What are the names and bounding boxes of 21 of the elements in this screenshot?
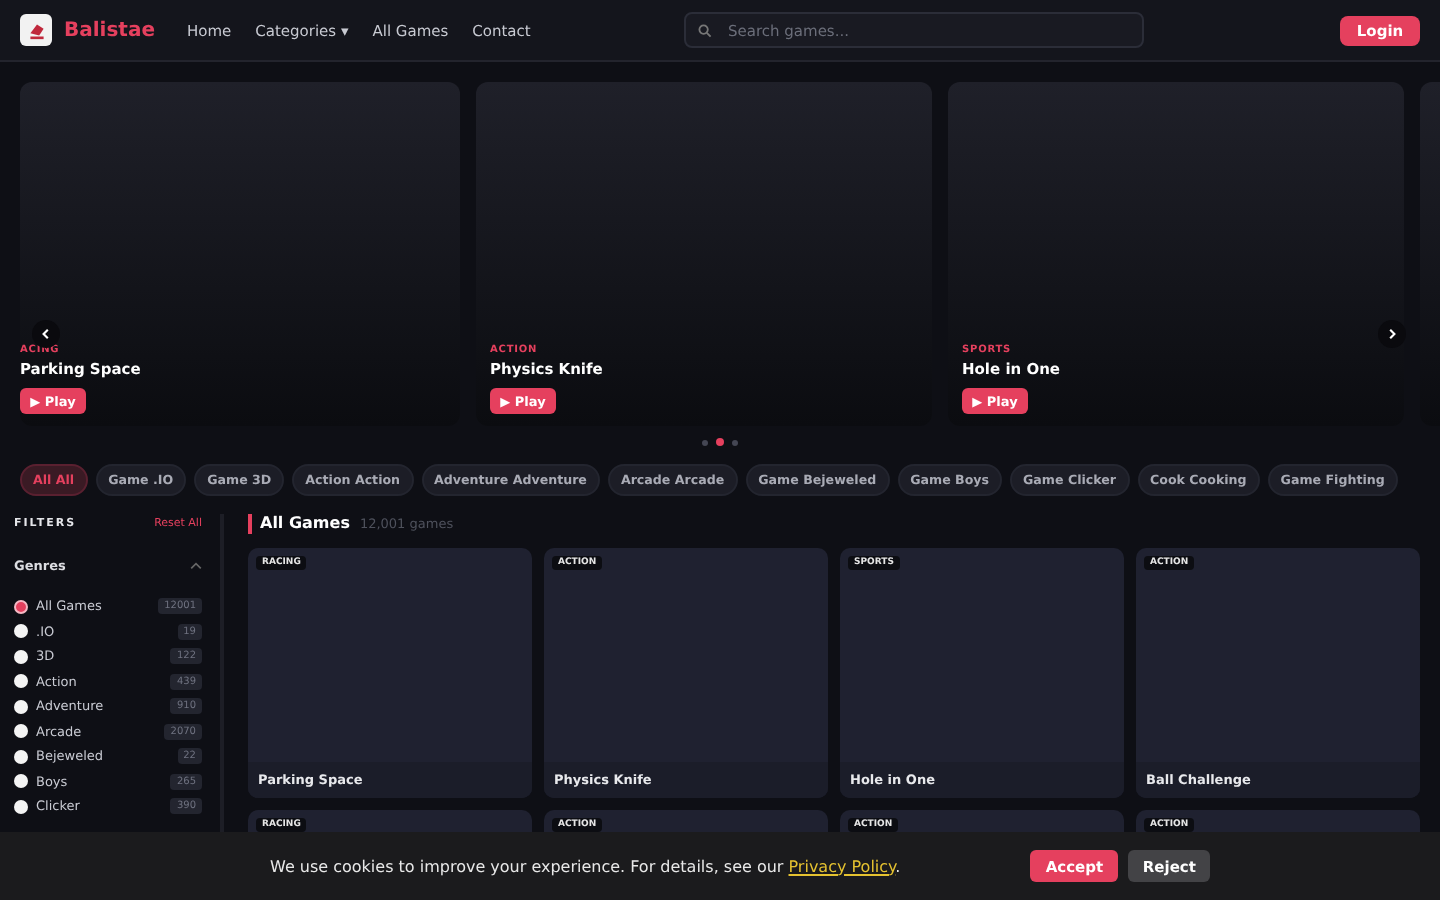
- chevron-left-icon: [40, 328, 52, 340]
- carousel-dot[interactable]: [732, 439, 738, 445]
- radio-button[interactable]: [14, 699, 28, 714]
- chevron-right-icon: [1386, 328, 1398, 340]
- radio-button[interactable]: [14, 749, 28, 764]
- search-icon: [698, 23, 712, 37]
- radio-button[interactable]: [14, 624, 28, 639]
- brand-name[interactable]: Balistae: [64, 19, 155, 41]
- radio-button[interactable]: [14, 724, 28, 739]
- chevron-icon[interactable]: [190, 562, 202, 570]
- radio-button[interactable]: [14, 774, 28, 789]
- radio-button[interactable]: [14, 649, 28, 664]
- carousel-dot[interactable]: [702, 439, 708, 445]
- logo-icon[interactable]: [20, 14, 52, 46]
- privacy-policy-link[interactable]: Privacy Policy: [788, 857, 896, 875]
- carousel-dot[interactable]: [716, 438, 724, 446]
- radio-button[interactable]: [14, 599, 28, 614]
- cookie-message: We use cookies to improve your experience. For details, see our Privacy Policy.: [270, 857, 901, 875]
- radio-button[interactable]: [14, 799, 28, 814]
- radio-button[interactable]: [14, 674, 28, 689]
- section-heading: All Games: [260, 514, 350, 532]
